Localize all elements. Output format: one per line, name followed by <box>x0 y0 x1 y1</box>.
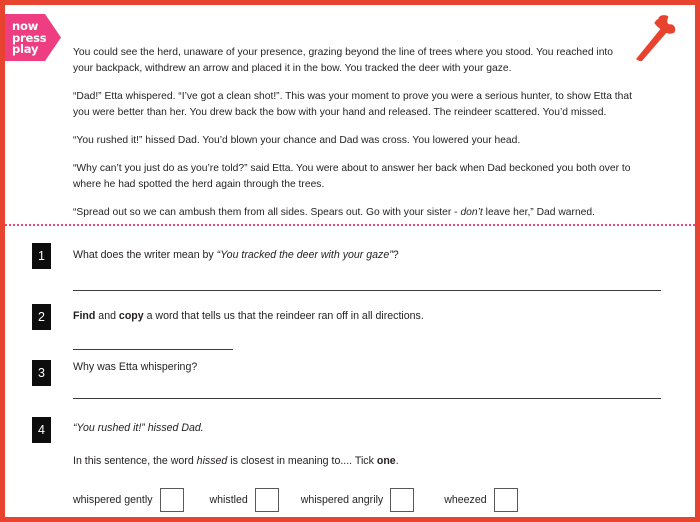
tick-options-row: whispered gently whistled whispered angril… <box>73 488 518 512</box>
question-number-badge: 1 <box>32 243 51 269</box>
worksheet-page: now press play You could see the herd, u… <box>0 0 700 522</box>
now-press-play-logo: now press play <box>5 14 61 61</box>
tick-option-label: wheezed <box>444 494 487 506</box>
tick-option[interactable]: wheezed <box>444 488 518 512</box>
tick-option-label: whispered gently <box>73 494 153 506</box>
answer-line[interactable] <box>73 398 661 399</box>
tick-option-label: whispered angrily <box>300 494 384 506</box>
answer-line[interactable] <box>73 290 661 291</box>
tick-option-checkbox[interactable] <box>390 488 415 512</box>
passage-paragraph: “Why can’t you just do as you’re told?” … <box>73 163 631 190</box>
question-text: “You rushed it!” hissed Dad. <box>73 422 204 434</box>
logo-wordmark: now press play <box>12 20 52 56</box>
question-4-followup-text: In this sentence, the word hissed is clo… <box>73 455 399 467</box>
question-text: Why was Etta whispering? <box>73 361 198 373</box>
question-number-badge: 4 <box>32 417 51 443</box>
tick-option-label: whistled <box>209 494 248 506</box>
tick-option[interactable]: whispered angrily <box>300 488 415 512</box>
section-divider <box>5 224 695 226</box>
tick-option-checkbox[interactable] <box>159 488 184 512</box>
question-number-badge: 2 <box>32 304 51 330</box>
tick-option[interactable]: whistled <box>210 488 279 512</box>
passage-paragraph: “Spread out so we can ambush them from a… <box>73 207 595 218</box>
tick-option[interactable]: whispered gently <box>73 488 184 512</box>
question-text: Find and copy a word that tells us that … <box>73 310 424 322</box>
reading-passage: You could see the herd, unaware of your … <box>73 45 635 221</box>
passage-paragraph: You could see the herd, unaware of your … <box>73 47 614 74</box>
question-number-badge: 3 <box>32 360 51 386</box>
tick-option-checkbox[interactable] <box>493 488 518 512</box>
tick-option-checkbox[interactable] <box>254 488 279 512</box>
passage-paragraph: “You rushed it!” hissed Dad. You’d blown… <box>73 135 521 146</box>
passage-paragraph: “Dad!” Etta whispered. “I’ve got a clean… <box>73 91 632 118</box>
stone-axe-icon <box>636 15 676 61</box>
answer-line[interactable] <box>73 349 233 350</box>
logo-line-3: play <box>12 42 39 56</box>
question-text: What does the writer mean by “You tracke… <box>73 249 399 261</box>
